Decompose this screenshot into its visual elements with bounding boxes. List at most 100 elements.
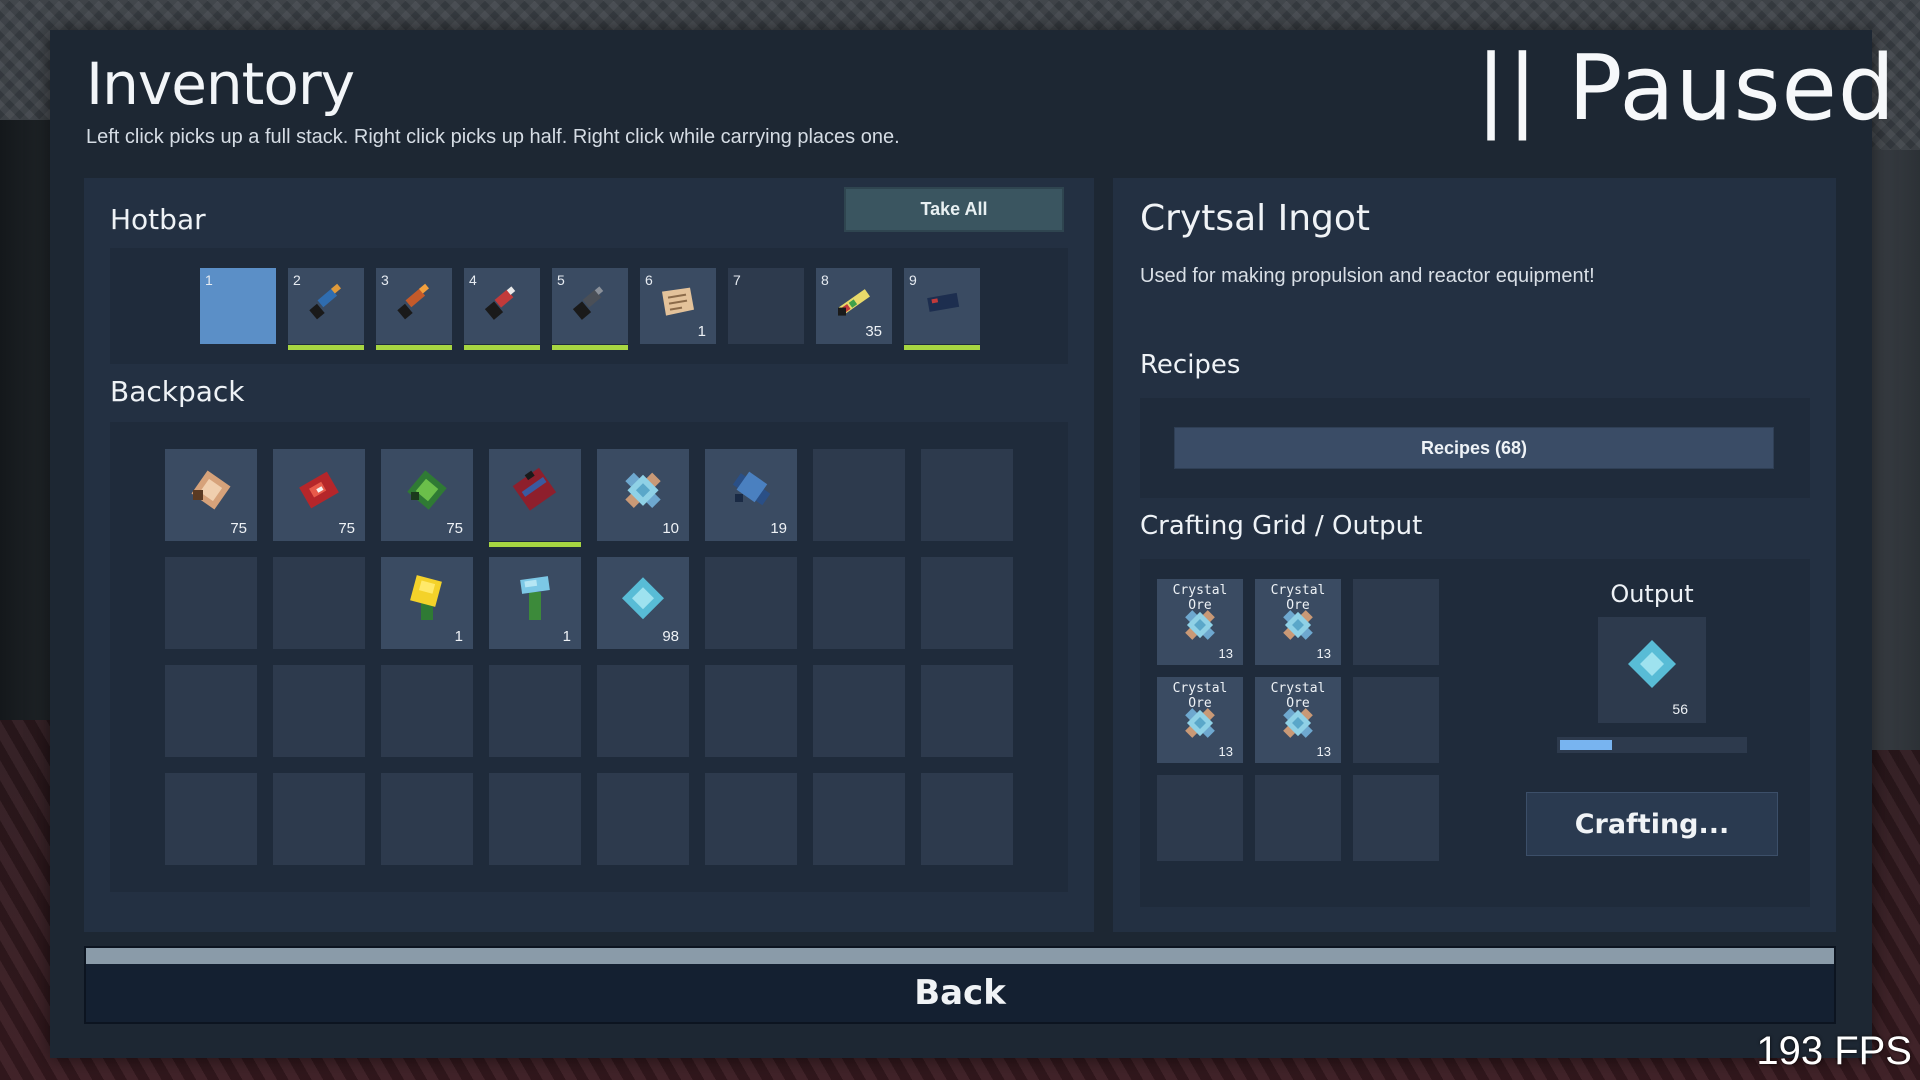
backpack-slot[interactable] bbox=[165, 773, 257, 865]
crafting-slot[interactable] bbox=[1353, 579, 1439, 665]
durability-bar bbox=[904, 345, 980, 350]
drill-tool-orange-icon bbox=[392, 280, 436, 328]
hotbar-slot-4[interactable]: 4 bbox=[464, 268, 540, 350]
backpack-slot[interactable] bbox=[273, 773, 365, 865]
backpack-slot[interactable] bbox=[705, 557, 797, 649]
backpack-slot[interactable] bbox=[813, 557, 905, 649]
hotbar-slot-3[interactable]: 3 bbox=[376, 268, 452, 350]
output-slot[interactable]: 56 bbox=[1598, 617, 1706, 723]
hotbar-slot-number: 1 bbox=[205, 272, 213, 288]
backpack-slot[interactable] bbox=[489, 665, 581, 757]
backpack-slot[interactable]: 1 bbox=[381, 557, 473, 649]
backpack-slot[interactable] bbox=[489, 449, 581, 547]
red-ore-icon bbox=[291, 462, 347, 522]
durability-bar bbox=[489, 542, 581, 547]
hotbar-slot-number: 8 bbox=[821, 272, 829, 288]
hotbar-slot-8[interactable]: 8 35 bbox=[816, 268, 892, 344]
backpack-slot[interactable] bbox=[381, 665, 473, 757]
hotbar-slot-6[interactable]: 61 bbox=[640, 268, 716, 344]
item-count: 1 bbox=[697, 323, 706, 340]
item-count: 19 bbox=[770, 520, 787, 537]
backpack-slot[interactable] bbox=[489, 773, 581, 865]
backpack-slot[interactable]: 98 bbox=[597, 557, 689, 649]
crafting-slot[interactable]: Crystal Ore 13 bbox=[1255, 579, 1341, 665]
hotbar-slot-number: 5 bbox=[557, 272, 565, 288]
backpack-slot[interactable]: 19 bbox=[705, 449, 797, 541]
durability-bar bbox=[464, 345, 540, 350]
crafting-button[interactable]: Crafting... bbox=[1526, 792, 1778, 856]
backpack-slot[interactable] bbox=[921, 557, 1013, 649]
backpack-slot[interactable]: 1 bbox=[489, 557, 581, 649]
item-count: 75 bbox=[338, 520, 355, 537]
hotbar-slot-number: 6 bbox=[645, 272, 653, 288]
backpack-slot[interactable] bbox=[813, 449, 905, 541]
drill-tool-red-icon bbox=[480, 280, 524, 328]
crafting-slot[interactable]: Crystal Ore 13 bbox=[1255, 677, 1341, 763]
backpack-slot[interactable] bbox=[165, 665, 257, 757]
backpack-slot[interactable] bbox=[273, 665, 365, 757]
hotbar-slot-7[interactable]: 7 bbox=[728, 268, 804, 344]
backpack-slot[interactable]: 75 bbox=[273, 449, 365, 541]
hotbar-slot-number: 9 bbox=[909, 272, 917, 288]
crystal-ore-icon bbox=[1179, 702, 1221, 748]
beige-ore-icon bbox=[183, 462, 239, 522]
item-count: 75 bbox=[446, 520, 463, 537]
crafting-slot[interactable] bbox=[1353, 775, 1439, 861]
backpack-slot[interactable] bbox=[921, 449, 1013, 541]
backpack-slot[interactable] bbox=[165, 557, 257, 649]
recipes-button[interactable]: Recipes (68) bbox=[1174, 427, 1774, 469]
inventory-instructions: Left click picks up a full stack. Right … bbox=[86, 126, 900, 148]
backpack-slot[interactable] bbox=[597, 773, 689, 865]
backpack-slot[interactable] bbox=[813, 665, 905, 757]
backpack-slot[interactable] bbox=[921, 773, 1013, 865]
blueprint-paper-icon bbox=[656, 280, 700, 328]
back-button[interactable]: Back bbox=[84, 946, 1836, 1024]
backpack-slot[interactable] bbox=[597, 665, 689, 757]
item-count: 1 bbox=[454, 628, 463, 645]
output-count: 56 bbox=[1672, 701, 1688, 717]
backpack-slot[interactable] bbox=[813, 773, 905, 865]
crafting-slot[interactable] bbox=[1353, 677, 1439, 763]
drill-tool-grey-icon bbox=[568, 280, 612, 328]
backpack-slot[interactable] bbox=[273, 557, 365, 649]
paused-indicator: || Paused bbox=[1475, 36, 1896, 141]
durability-bar bbox=[552, 345, 628, 350]
world-wall-left bbox=[0, 120, 50, 720]
hotbar-slot-number: 3 bbox=[381, 272, 389, 288]
crafting-slot[interactable]: Crystal Ore 13 bbox=[1157, 677, 1243, 763]
backpack-slot[interactable] bbox=[921, 665, 1013, 757]
crafting-slot[interactable] bbox=[1157, 775, 1243, 861]
red-gadget-icon bbox=[507, 462, 563, 522]
take-all-button[interactable]: Take All bbox=[844, 187, 1064, 232]
backpack-slot[interactable] bbox=[381, 773, 473, 865]
crystal-ingot-icon bbox=[618, 573, 668, 627]
crystal-ore-icon bbox=[1179, 604, 1221, 650]
backpack-slot[interactable]: 75 bbox=[165, 449, 257, 541]
hotbar-slot-number: 4 bbox=[469, 272, 477, 288]
crystal-ingot-icon bbox=[1624, 636, 1680, 696]
durability-bar bbox=[288, 345, 364, 350]
backpack-label: Backpack bbox=[110, 375, 245, 408]
item-count: 13 bbox=[1218, 646, 1233, 661]
hotbar-slot-9[interactable]: 9 bbox=[904, 268, 980, 350]
yellow-sapling-icon bbox=[399, 570, 455, 630]
crystal-ore-icon bbox=[1277, 604, 1319, 650]
recipes-label: Recipes bbox=[1140, 350, 1241, 380]
page-title: Inventory bbox=[86, 50, 355, 118]
hotbar-slot-1[interactable]: 1 bbox=[200, 268, 276, 344]
backpack-slot[interactable]: 10 bbox=[597, 449, 689, 541]
hotbar-slot-2[interactable]: 2 bbox=[288, 268, 364, 350]
backpack-slot[interactable]: 75 bbox=[381, 449, 473, 541]
backpack-slot[interactable] bbox=[705, 773, 797, 865]
crafting-grid-label: Crafting Grid / Output bbox=[1140, 511, 1423, 541]
item-count: 35 bbox=[865, 323, 882, 340]
hotbar-slot-number: 7 bbox=[733, 272, 741, 288]
crafting-slot[interactable]: Crystal Ore 13 bbox=[1157, 579, 1243, 665]
blue-ore-icon bbox=[723, 462, 779, 522]
output-label: Output bbox=[1610, 580, 1694, 608]
item-count: 10 bbox=[662, 520, 679, 537]
crafting-slot[interactable] bbox=[1255, 775, 1341, 861]
hotbar-label: Hotbar bbox=[110, 203, 206, 236]
backpack-slot[interactable] bbox=[705, 665, 797, 757]
hotbar-slot-5[interactable]: 5 bbox=[552, 268, 628, 350]
